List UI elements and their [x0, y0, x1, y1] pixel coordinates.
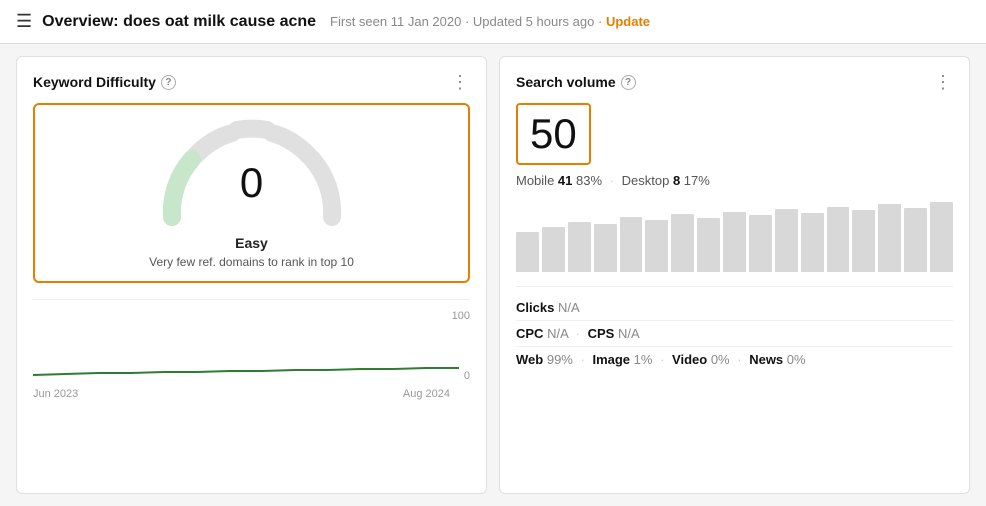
- kd-value: 0: [240, 159, 263, 207]
- header-meta: First seen 11 Jan 2020 · Updated 5 hours…: [330, 14, 650, 29]
- sv-dot-2: ·: [576, 326, 584, 341]
- kd-sublabel: Very few ref. domains to rank in top 10: [149, 255, 354, 269]
- sv-bar-item: [749, 215, 772, 272]
- first-seen-text: First seen 11 Jan 2020: [330, 14, 461, 29]
- sv-card-header: Search volume ? ⋮: [516, 73, 953, 91]
- sv-type-row: Web 99% · Image 1% · Video 0% · News 0%: [516, 347, 953, 372]
- sv-value-box: 50: [516, 103, 591, 165]
- kd-gauge-container: 0 Easy Very few ref. domains to rank in …: [33, 103, 470, 283]
- sv-cps-value: N/A: [618, 326, 640, 341]
- kd-chart-xmin: Jun 2023: [33, 388, 78, 400]
- kd-line-chart: [33, 310, 470, 382]
- sv-bar-chart: [516, 202, 953, 272]
- sv-title-text: Search volume: [516, 74, 616, 90]
- kd-divider: [33, 299, 470, 300]
- sv-dot-3: ·: [581, 352, 589, 367]
- kd-chart-ymax: 100: [452, 310, 470, 322]
- main-content: Keyword Difficulty ? ⋮ 0: [0, 44, 986, 506]
- sv-clicks-value: N/A: [558, 300, 580, 315]
- menu-icon[interactable]: ☰: [16, 11, 32, 32]
- sv-bar-item: [775, 209, 798, 272]
- sv-mobile-label: Mobile: [516, 173, 558, 188]
- sv-bar-item: [723, 212, 746, 272]
- sv-mobile-pct-val: 83%: [576, 173, 602, 188]
- sv-bars-container: [516, 202, 953, 272]
- sv-bar-item: [671, 214, 694, 272]
- sv-cps-label: CPS: [588, 326, 615, 341]
- sv-more-icon[interactable]: ⋮: [934, 73, 953, 91]
- sv-bar-item: [645, 220, 668, 272]
- kd-card-title: Keyword Difficulty ?: [33, 74, 176, 90]
- kd-chart-ymin: 0: [464, 370, 470, 382]
- sv-bar-item: [542, 227, 565, 272]
- sv-web-value: 99%: [547, 352, 573, 367]
- sv-help-icon[interactable]: ?: [621, 75, 636, 90]
- sv-value: 50: [530, 111, 577, 157]
- sv-video-value: 0%: [711, 352, 730, 367]
- sv-news-value: 0%: [787, 352, 806, 367]
- sv-web-label: Web: [516, 352, 543, 367]
- sv-desktop-value: 8: [673, 173, 680, 188]
- kd-label: Easy: [235, 235, 268, 251]
- sv-clicks-label: Clicks: [516, 300, 554, 315]
- sv-desktop-pct-val: 17%: [684, 173, 710, 188]
- sv-bar-item: [568, 222, 591, 272]
- sv-bar-item: [827, 207, 850, 272]
- update-button[interactable]: Update: [606, 14, 650, 29]
- sv-mobile-value: 41: [558, 173, 572, 188]
- sv-bar-item: [930, 202, 953, 272]
- sv-divider-1: [516, 286, 953, 287]
- kd-more-icon[interactable]: ⋮: [451, 73, 470, 91]
- updated-text: Updated 5 hours ago: [473, 14, 594, 29]
- search-volume-card: Search volume ? ⋮ 50 Mobile 41 83% · Des…: [499, 56, 970, 494]
- sv-bar-item: [852, 210, 875, 272]
- sv-bar-item: [904, 208, 927, 272]
- sv-bar-item: [878, 204, 901, 272]
- sv-video-label: Video: [672, 352, 707, 367]
- sv-dot-5: ·: [737, 352, 745, 367]
- sv-news-label: News: [749, 352, 783, 367]
- sv-cpc-value: N/A: [547, 326, 568, 341]
- separator-2: ·: [598, 14, 606, 29]
- sv-bar-item: [620, 217, 643, 272]
- kd-chart-xmax: Aug 2024: [403, 388, 450, 400]
- gauge-wrapper: 0: [152, 117, 352, 227]
- page-header: ☰ Overview: does oat milk cause acne Fir…: [0, 0, 986, 44]
- sv-dot-4: ·: [660, 352, 668, 367]
- sv-clicks-row: Clicks N/A: [516, 295, 953, 321]
- sv-image-value: 1%: [634, 352, 653, 367]
- sv-card-title: Search volume ?: [516, 74, 636, 90]
- sv-image-label: Image: [592, 352, 630, 367]
- separator-1: ·: [465, 14, 473, 29]
- sv-bar-item: [697, 218, 720, 272]
- kd-help-icon[interactable]: ?: [161, 75, 176, 90]
- sv-bar-item: [594, 224, 617, 272]
- kd-chart-area: 100 0 Jun 2023 Aug 2024: [33, 310, 470, 400]
- sv-dot-1: ·: [610, 173, 618, 188]
- sv-cpc-row: CPC N/A · CPS N/A: [516, 321, 953, 347]
- keyword-difficulty-card: Keyword Difficulty ? ⋮ 0: [16, 56, 487, 494]
- sv-breakdown: Mobile 41 83% · Desktop 8 17%: [516, 173, 953, 188]
- sv-bar-item: [516, 232, 539, 272]
- kd-card-header: Keyword Difficulty ? ⋮: [33, 73, 470, 91]
- sv-bar-item: [801, 213, 824, 272]
- page-title: Overview: does oat milk cause acne: [42, 13, 316, 31]
- sv-desktop-label: Desktop: [622, 173, 673, 188]
- sv-cpc-label: CPC: [516, 326, 543, 341]
- kd-title-text: Keyword Difficulty: [33, 74, 156, 90]
